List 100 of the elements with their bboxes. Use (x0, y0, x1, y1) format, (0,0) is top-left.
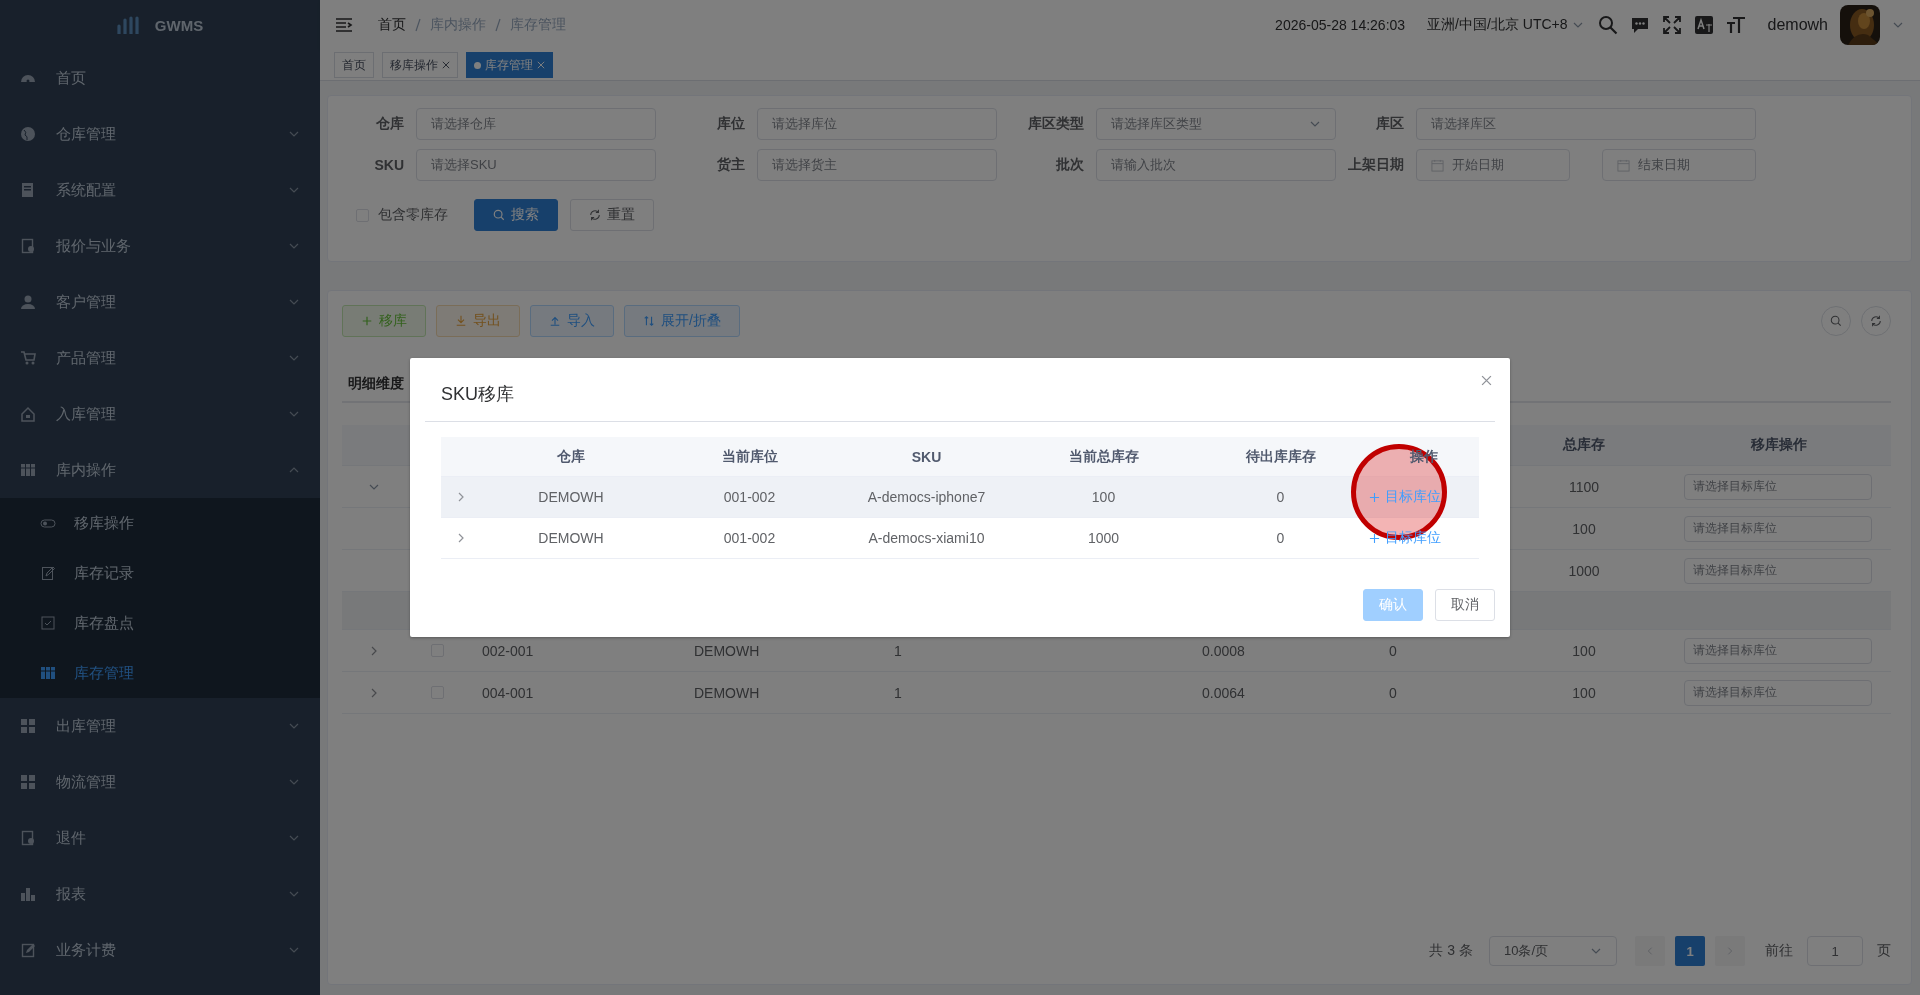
sidebar-menu-item[interactable]: 出库管理 (0, 698, 320, 754)
toolbar-button[interactable]: 导出 (436, 305, 520, 337)
sidebar-submenu-item[interactable]: 库存管理 (0, 648, 320, 698)
sidebar-submenu-item[interactable]: 库存记录 (0, 548, 320, 598)
receipt-icon (20, 830, 36, 846)
plus-icon (361, 315, 373, 327)
table-cell: 0.0064 (1202, 684, 1245, 701)
table-cell: 1000 (1087, 530, 1120, 546)
toolbar-button[interactable]: 移库 (342, 305, 426, 337)
grid-icon (20, 718, 36, 734)
sidebar-menu-item[interactable]: 仓库管理 (0, 106, 320, 162)
edit-icon (20, 942, 36, 958)
page-tab[interactable]: 移库操作 (382, 52, 458, 78)
sidebar-menu-item[interactable]: 产品管理 (0, 330, 320, 386)
sidebar-menu-item[interactable]: 业务计费 (0, 922, 320, 978)
table-cell-text: 1000 (1567, 562, 1601, 579)
text-field[interactable]: 请选择货主 (757, 149, 997, 181)
edit-icon (40, 565, 56, 581)
calendar-icon (1617, 158, 1630, 172)
field-label: 货主 (716, 156, 746, 174)
checkbox-icon (40, 615, 56, 631)
text-field[interactable]: 请选择仓库 (416, 108, 656, 140)
table-cell-text: 1100 (1567, 478, 1601, 495)
page-number[interactable]: 1 (1675, 936, 1705, 966)
page-size-select[interactable]: 10条/页 (1489, 936, 1617, 966)
text-field[interactable]: 请选择SKU (416, 149, 656, 181)
username[interactable]: demowh (1767, 16, 1828, 34)
sidebar-menu-item[interactable]: 系统配置 (0, 162, 320, 218)
calendar-icon (1431, 158, 1444, 172)
target-location-field[interactable]: 请选择目标库位 (1684, 557, 1872, 584)
table-cell: A-democs-xiami10 (868, 530, 985, 546)
field-label: 库区类型 (1027, 115, 1085, 133)
page-tab[interactable]: 首页 (334, 52, 374, 78)
close-icon[interactable] (442, 61, 450, 69)
translate-icon[interactable] (1693, 15, 1714, 35)
bar-chart-icon (20, 886, 36, 902)
page-suffix: 页 (1877, 942, 1891, 960)
column-header: SKU (910, 448, 943, 465)
fullscreen-icon[interactable] (1661, 15, 1682, 35)
text-size-icon[interactable] (1725, 15, 1746, 35)
column-header: 当前总库存 (1067, 447, 1140, 466)
text-field[interactable]: 请选择库区 (1416, 108, 1756, 140)
refresh-icon (1870, 315, 1882, 327)
date-time: 2026-05-28 14:26:03 (1275, 17, 1406, 33)
sidebar-menu-item[interactable]: 报表 (0, 866, 320, 922)
menu-icon[interactable] (334, 15, 354, 35)
field-label: 库区 (1375, 115, 1405, 133)
target-location-field[interactable]: 请选择目标库位 (1684, 473, 1872, 500)
field-label: SKU (373, 157, 405, 173)
sidebar-menu-item[interactable]: 退件 (0, 810, 320, 866)
select-field[interactable]: 请选择库区类型 (1096, 108, 1336, 140)
text-field[interactable]: 请选择库位 (757, 108, 997, 140)
table-cell: 001-002 (723, 489, 776, 505)
reset-button[interactable]: 重置 (570, 199, 654, 231)
sidebar-menu-item[interactable]: 首页 (0, 50, 320, 106)
table-cell: 0 (1389, 642, 1397, 659)
plus-icon (1369, 491, 1380, 503)
target-location-field[interactable]: 请选择目标库位 (1684, 679, 1872, 706)
chat-icon[interactable] (1629, 15, 1650, 35)
sidebar-menu-item[interactable]: 客户管理 (0, 274, 320, 330)
page-input[interactable]: 1 (1807, 936, 1863, 966)
include-zero-checkbox[interactable]: 包含零库存 (356, 206, 448, 224)
person-icon (20, 294, 36, 310)
target-location-link[interactable]: 目标库位 (1369, 488, 1441, 506)
date-field[interactable]: 开始日期 (1416, 149, 1570, 181)
refresh-button[interactable] (1861, 306, 1891, 336)
breadcrumb-item[interactable]: 首页 (378, 16, 406, 34)
sidebar-submenu-item[interactable]: 移库操作 (0, 498, 320, 548)
grid-icon (20, 774, 36, 790)
view-tab[interactable]: 明细维度 (348, 375, 404, 391)
sidebar-menu-item[interactable]: 库内操作 (0, 442, 320, 498)
column-header: 待出库库存 (1244, 447, 1317, 466)
search-icon[interactable] (1597, 15, 1618, 35)
sidebar-submenu-item[interactable]: 库存盘点 (0, 598, 320, 648)
dialog-title: SKU移库 (441, 382, 514, 406)
sidebar-menu-item[interactable]: 物流管理 (0, 754, 320, 810)
toolbar-button[interactable]: 展开/折叠 (624, 305, 740, 337)
toolbar-button[interactable]: 导入 (530, 305, 614, 337)
page-tab[interactable]: 库存管理 (466, 52, 553, 78)
table-cell: DEMOWH (538, 489, 604, 505)
timezone-dropdown[interactable]: 亚洲/中国/北京 UTC+8 (1427, 16, 1584, 34)
sidebar-menu-item[interactable]: 入库管理 (0, 386, 320, 442)
date-field[interactable]: 结束日期 (1602, 149, 1756, 181)
sort-icon (643, 315, 655, 327)
table-cell: DEMOWH (538, 530, 604, 546)
total-count: 共 3 条 (1429, 942, 1473, 960)
search-button[interactable]: 搜索 (474, 199, 558, 231)
text-field[interactable]: 请输入批次 (1096, 149, 1336, 181)
table-cell: DEMOWH (694, 684, 760, 701)
field-label: 库位 (716, 115, 746, 133)
search-toggle-button[interactable] (1821, 306, 1851, 336)
column-header: 移库操作 (1749, 436, 1808, 454)
active-dot (474, 61, 481, 69)
table-cell: 001-002 (723, 530, 776, 546)
cancel-button[interactable]: 取消 (1435, 589, 1495, 621)
close-button[interactable] (1481, 375, 1492, 386)
target-location-field[interactable]: 请选择目标库位 (1684, 637, 1872, 664)
sidebar-menu-item[interactable]: 报价与业务 (0, 218, 320, 274)
table-cell: 004-001 (482, 684, 534, 701)
target-location-field[interactable]: 请选择目标库位 (1684, 515, 1872, 542)
